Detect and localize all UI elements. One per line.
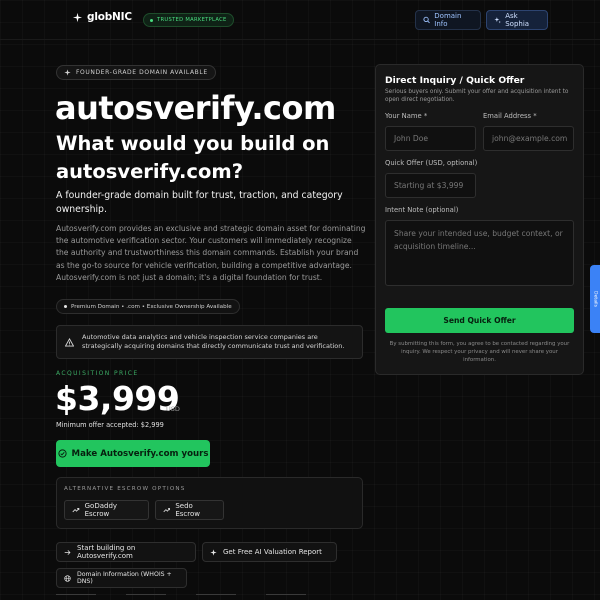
side-tab-label: Details — [592, 291, 598, 307]
trending-up-icon — [72, 508, 80, 513]
form-title: Direct Inquiry / Quick Offer — [385, 75, 525, 86]
domain-info-button[interactable]: Domain Info — [415, 10, 481, 30]
escrow-title: ALTERNATIVE ESCROW OPTIONS — [64, 486, 186, 492]
acquisition-price-label: ACQUISITION PRICE — [56, 370, 139, 377]
sparkle-icon — [210, 548, 217, 556]
logo-text: globNIC — [87, 11, 132, 23]
ai-valuation-link[interactable]: Get Free AI Valuation Report — [202, 542, 337, 562]
arrow-right-icon — [64, 549, 71, 555]
form-subtitle: Serious buyers only. Submit your offer a… — [385, 89, 569, 103]
price-value: $3,999 — [55, 379, 180, 418]
warning-icon — [65, 337, 74, 347]
founder-grade-label: FOUNDER-GRADE DOMAIN AVAILABLE — [76, 69, 208, 76]
offer-label: Quick Offer (USD, optional) — [385, 159, 478, 167]
make-yours-label: Make Autosverify.com yours — [71, 448, 209, 459]
footer-feature-item — [196, 594, 236, 600]
check-circle-icon — [57, 449, 67, 458]
domain-info-label: Domain Info — [434, 12, 462, 28]
domain-title: autosverify.com — [55, 89, 336, 127]
bullet-icon — [64, 305, 67, 308]
premium-badge-label: Premium Domain • .com • Exclusive Owners… — [71, 303, 232, 310]
start-building-link[interactable]: Start building on Autosverify.com — [56, 542, 196, 562]
sedo-escrow-button[interactable]: Sedo Escrow — [155, 500, 224, 520]
godaddy-escrow-button[interactable]: GoDaddy Escrow — [64, 500, 149, 520]
start-building-label: Start building on Autosverify.com — [77, 544, 136, 560]
currency-label: USD — [166, 405, 180, 413]
ai-valuation-label: Get Free AI Valuation Report — [223, 548, 322, 556]
sparkle-icon — [494, 17, 501, 24]
godaddy-escrow-label: GoDaddy Escrow — [84, 502, 118, 518]
market-alert: Automotive data analytics and vehicle in… — [56, 325, 363, 359]
globe-icon — [64, 574, 71, 582]
name-input[interactable]: John Doe — [385, 126, 476, 151]
search-icon — [423, 16, 430, 24]
footer-feature-row — [56, 594, 306, 600]
offer-input[interactable]: Starting at $3,999 — [385, 173, 476, 198]
trusted-badge-label: TRUSTED MARKETPLACE — [157, 17, 227, 23]
minimum-offer-text: Minimum offer accepted: $2,999 — [56, 421, 164, 429]
hero-tagline: A founder-grade domain built for trust, … — [56, 190, 343, 215]
footer-feature-item — [266, 594, 306, 600]
send-quick-offer-button[interactable]: Send Quick Offer — [385, 308, 574, 333]
trending-up-icon — [163, 508, 170, 513]
status-dot-icon — [150, 18, 153, 22]
ask-sophia-button[interactable]: Ask Sophia — [486, 10, 548, 30]
market-alert-text: Automotive data analytics and vehicle in… — [82, 332, 345, 351]
ask-sophia-label: Ask Sophia — [505, 12, 530, 28]
premium-badge: Premium Domain • .com • Exclusive Owners… — [56, 299, 240, 314]
form-disclaimer: By submitting this form, you agree to be… — [389, 341, 570, 363]
footer-feature-item — [56, 594, 96, 600]
hero-subtitle: What would you build on autosverify.com? — [56, 132, 330, 183]
side-details-tab[interactable]: Details — [590, 265, 600, 333]
intent-note-label: Intent Note (optional) — [385, 206, 459, 214]
hero-description: Autosverify.com provides an exclusive an… — [56, 224, 366, 282]
logo[interactable]: globNIC — [72, 11, 132, 23]
founder-grade-pill: FOUNDER-GRADE DOMAIN AVAILABLE — [56, 65, 216, 80]
email-label: Email Address * — [483, 112, 537, 120]
sedo-escrow-label: Sedo Escrow — [175, 502, 200, 518]
name-label: Your Name * — [385, 112, 428, 120]
intent-note-textarea[interactable]: Share your intended use, budget context,… — [385, 220, 574, 286]
domain-information-link[interactable]: Domain Information (WHOIS + DNS) — [56, 568, 187, 588]
domain-information-label: Domain Information (WHOIS + DNS) — [77, 571, 172, 585]
email-input[interactable]: john@example.com — [483, 126, 574, 151]
logo-icon — [72, 12, 83, 22]
make-yours-button[interactable]: Make Autosverify.com yours — [56, 440, 210, 467]
trusted-marketplace-badge: TRUSTED MARKETPLACE — [143, 13, 234, 27]
sparkle-icon — [64, 69, 71, 76]
footer-feature-item — [126, 594, 166, 600]
